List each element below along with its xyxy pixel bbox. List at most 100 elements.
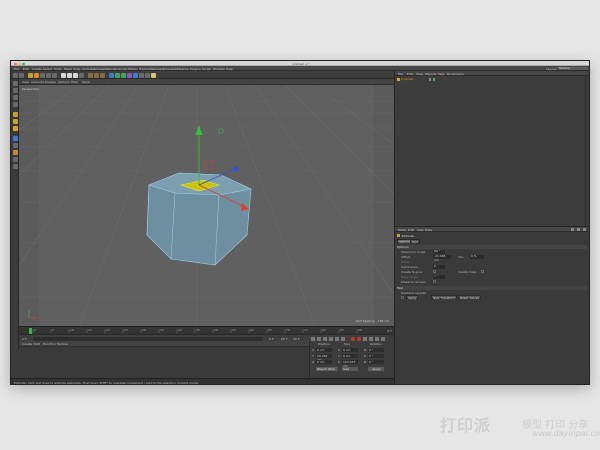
- menu-file[interactable]: File: [14, 67, 19, 71]
- light-icon[interactable]: [151, 72, 156, 78]
- planar-workplane-icon[interactable]: [12, 164, 18, 169]
- position-y-field[interactable]: 59.282 cm: [316, 354, 332, 362]
- scale-key-icon[interactable]: [375, 336, 379, 341]
- rotate-icon[interactable]: [46, 72, 51, 78]
- rotation-key-icon[interactable]: [381, 336, 385, 341]
- viewport-menu-view[interactable]: View: [22, 80, 29, 84]
- menu-sculpt[interactable]: Sculpt: [118, 67, 127, 71]
- points-mode-icon[interactable]: [12, 112, 18, 117]
- menu-edit[interactable]: Edit: [23, 67, 29, 71]
- menu-render[interactable]: Render: [107, 67, 118, 71]
- previous-key-icon[interactable]: [317, 336, 321, 341]
- close-window-button[interactable]: [14, 62, 17, 65]
- z-axis-lock-icon[interactable]: [73, 72, 78, 78]
- keyframe-selection-icon[interactable]: [363, 336, 367, 341]
- preview-end-field[interactable]: 90 F: [293, 337, 300, 341]
- deformer-icon[interactable]: [133, 72, 138, 78]
- coordinate-mode-dropdown[interactable]: Object (Rel): [316, 367, 338, 371]
- zoom-window-button[interactable]: [22, 62, 25, 65]
- cube-icon[interactable]: [109, 72, 114, 78]
- realtime-update-checkbox[interactable]: [401, 296, 404, 299]
- menu-plugins[interactable]: Plugins: [190, 67, 201, 71]
- go-to-start-icon[interactable]: [311, 336, 315, 341]
- rotation-b-field[interactable]: 0 °: [368, 360, 384, 364]
- render-view-icon[interactable]: [88, 72, 93, 78]
- menu-simulate[interactable]: Simulate: [94, 67, 107, 71]
- size-y-field[interactable]: 0 cm: [342, 354, 358, 358]
- pen-icon[interactable]: [115, 72, 120, 78]
- menu-tools[interactable]: Tools: [54, 67, 61, 71]
- material-menu-texture[interactable]: Texture: [57, 342, 68, 346]
- lock-workplane-icon[interactable]: [12, 157, 18, 162]
- start-frame-field[interactable]: 0 F: [22, 337, 27, 341]
- next-key-icon[interactable]: [335, 336, 339, 341]
- attribute-menu-user-data[interactable]: User Data: [417, 228, 432, 232]
- viewport-menu-display[interactable]: Display: [45, 80, 56, 84]
- viewport-menu-filter[interactable]: Filter: [71, 80, 78, 84]
- size-z-field[interactable]: 103.923 cm: [342, 360, 358, 368]
- coordinate-system-icon[interactable]: [79, 72, 84, 78]
- z-axis-handle[interactable]: [233, 166, 239, 172]
- go-to-end-icon[interactable]: [341, 336, 345, 341]
- frame-range-slider[interactable]: [33, 336, 263, 341]
- object-menu-tags[interactable]: Tags: [438, 72, 445, 76]
- apply-button[interactable]: Apply: [406, 295, 419, 300]
- workplane-icon[interactable]: [12, 102, 18, 107]
- menu-animate[interactable]: Animate: [82, 67, 95, 71]
- array-icon[interactable]: [127, 72, 132, 78]
- subdivision-field[interactable]: 0: [433, 264, 445, 269]
- material-menu-function[interactable]: Function: [43, 342, 56, 346]
- menu-mograph[interactable]: MoGraph: [150, 67, 164, 71]
- move-icon[interactable]: [34, 72, 39, 78]
- attribute-menu-edit[interactable]: Edit: [408, 228, 414, 232]
- undo-icon[interactable]: [13, 72, 18, 78]
- menu-character[interactable]: Character: [163, 67, 178, 71]
- render-settings-icon[interactable]: [100, 72, 105, 78]
- snap-icon[interactable]: [12, 150, 18, 155]
- make-editable-icon[interactable]: [12, 81, 18, 86]
- size-mode-dropdown[interactable]: Size: [342, 367, 358, 371]
- up-arrow-icon[interactable]: [577, 227, 580, 231]
- material-menu-create[interactable]: Create: [22, 342, 32, 346]
- position-z-field[interactable]: 0 cm: [316, 360, 332, 364]
- autokey-icon[interactable]: [357, 336, 361, 341]
- menu-help[interactable]: Help: [226, 67, 233, 71]
- menu-pipeline[interactable]: Pipeline: [177, 67, 189, 71]
- enable-axis-icon[interactable]: [12, 136, 18, 141]
- menu-window[interactable]: Window: [213, 67, 225, 71]
- material-menu-edit[interactable]: Edit: [34, 342, 40, 346]
- last-tool-icon[interactable]: [52, 72, 57, 78]
- floor-icon[interactable]: [139, 72, 144, 78]
- create-caps-checkbox[interactable]: [481, 270, 484, 273]
- object-menu-objects[interactable]: Objects: [425, 72, 436, 76]
- enabled-check-icon[interactable]: [433, 77, 435, 81]
- play-forward-icon[interactable]: [329, 336, 333, 341]
- object-manager-divider[interactable]: [585, 76, 586, 226]
- variation-field[interactable]: 0 %: [470, 254, 484, 259]
- object-name[interactable]: Cylinder: [401, 77, 413, 81]
- x-axis-lock-icon[interactable]: [61, 72, 66, 78]
- menu-snap[interactable]: Snap: [73, 67, 81, 71]
- subdivision-icon[interactable]: [121, 72, 126, 78]
- scale-icon[interactable]: [40, 72, 45, 78]
- position-key-icon[interactable]: [369, 336, 373, 341]
- position-x-field[interactable]: 0 cm: [316, 348, 332, 352]
- viewport-menu-cameras[interactable]: Cameras: [31, 80, 44, 84]
- end-frame-field[interactable]: 90 F: [281, 337, 288, 341]
- create-ngons-checkbox[interactable]: [433, 270, 436, 273]
- max-angle-field[interactable]: 89 °: [433, 249, 445, 254]
- render-picture-viewer-icon[interactable]: [94, 72, 99, 78]
- new-transform-button[interactable]: New Transform: [431, 295, 458, 300]
- viewport-menu-panel[interactable]: Panel: [82, 80, 90, 84]
- viewport-menu-options[interactable]: Options: [58, 80, 70, 84]
- reset-values-button[interactable]: Reset Values: [458, 295, 482, 300]
- layout-dropdown[interactable]: Startup: [558, 66, 588, 70]
- tweak-icon[interactable]: [12, 143, 18, 148]
- offset-field[interactable]: -21.065 cm: [433, 254, 451, 261]
- size-x-field[interactable]: 0 cm: [342, 348, 358, 352]
- menu-mesh[interactable]: Mesh: [64, 67, 72, 71]
- texture-mode-icon[interactable]: [12, 95, 18, 100]
- menu-script[interactable]: Script: [202, 67, 211, 71]
- back-arrow-icon[interactable]: [571, 227, 574, 231]
- material-area[interactable]: [19, 347, 309, 378]
